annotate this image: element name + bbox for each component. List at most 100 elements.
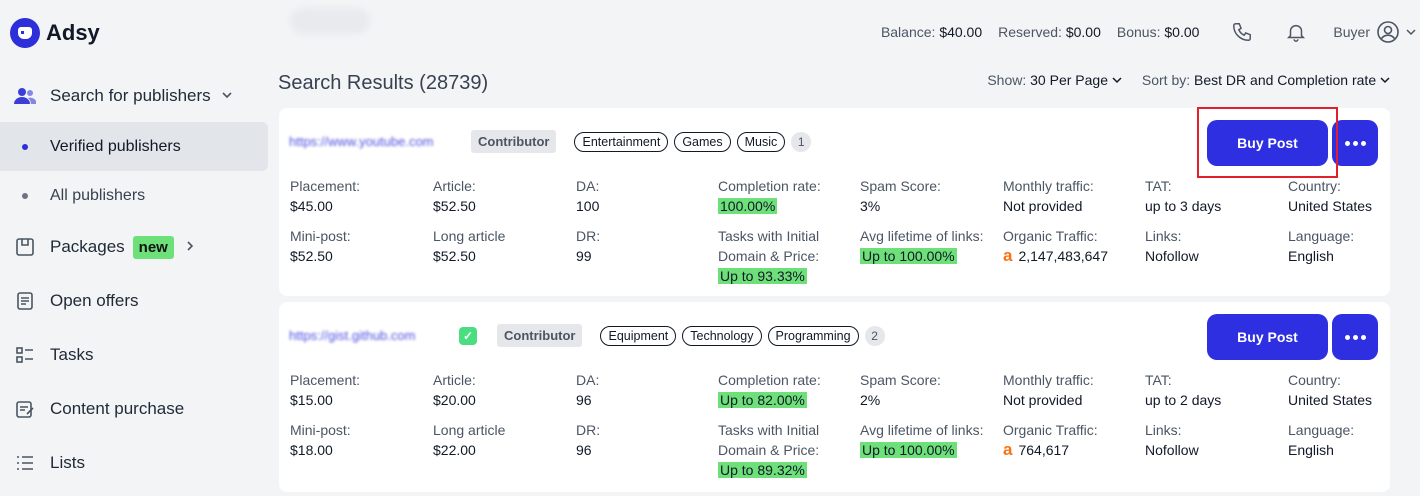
- document-icon: [14, 290, 36, 312]
- sort-by-select[interactable]: Sort by: Best DR and Completion rate: [1142, 72, 1390, 88]
- category-tag: Equipment: [600, 325, 677, 346]
- more-tags-count[interactable]: 1: [791, 131, 812, 152]
- list-icon: [14, 452, 36, 474]
- more-tags-count[interactable]: 2: [864, 325, 885, 346]
- account-menu[interactable]: Buyer: [1333, 20, 1416, 44]
- chevron-down-icon: [1406, 29, 1416, 36]
- adsy-logo-icon: [10, 18, 40, 48]
- new-badge: new: [132, 235, 174, 259]
- language: Language: English: [1288, 228, 1355, 264]
- links-type: Links: Nofollow: [1145, 422, 1199, 458]
- mini-post-price: Mini-post: $52.50: [290, 228, 351, 264]
- sidebar-item-label: Content purchase: [50, 399, 185, 418]
- sidebar-item-label: All publishers: [50, 186, 146, 204]
- monthly-traffic: Monthly traffic: Not provided: [1003, 178, 1094, 214]
- chevron-right-icon: [184, 239, 196, 255]
- ahrefs-icon: a: [1003, 246, 1013, 265]
- chevron-down-icon: [1380, 77, 1390, 84]
- bonus: Bonus: $0.00: [1116, 24, 1200, 40]
- publisher-card-header: https://gist.github.com ✓ Contributor Eq…: [289, 324, 885, 347]
- user-avatar-icon: [1377, 21, 1399, 43]
- dot-icon: [1344, 140, 1350, 146]
- domain-authority: DA: 96: [576, 372, 600, 408]
- spam-score: Spam Score: 2%: [860, 372, 941, 408]
- organic-traffic: Organic Traffic: a 2,147,483,647: [1003, 228, 1108, 265]
- publisher-url[interactable]: https://gist.github.com: [289, 328, 453, 343]
- package-icon: [14, 236, 36, 258]
- dot-icon: [1360, 140, 1366, 146]
- verified-check-icon: ✓: [459, 326, 477, 345]
- bell-icon[interactable]: [1285, 21, 1307, 43]
- organic-traffic: Organic Traffic: a 764,617: [1003, 422, 1098, 459]
- search-results-title: Search Results (28739): [278, 72, 489, 94]
- sidebar: Search for publishers Verified publisher…: [0, 70, 270, 490]
- category-tag: Entertainment: [574, 131, 669, 152]
- publisher-url[interactable]: https://www.youtube.com: [289, 134, 465, 149]
- ahrefs-icon: a: [1003, 440, 1013, 459]
- domain-rating: DR: 99: [576, 228, 601, 264]
- balance: Balance: $40.00: [880, 24, 983, 40]
- completion-rate: Completion rate: Up to 82.00%: [718, 372, 821, 408]
- monthly-traffic: Monthly traffic: Not provided: [1003, 372, 1094, 408]
- placement-price: Placement: $15.00: [290, 372, 361, 408]
- language: Language: English: [1288, 422, 1355, 458]
- article-price: Article: $52.50: [433, 178, 476, 214]
- category-tag: Games: [674, 131, 731, 152]
- mini-post-price: Mini-post: $18.00: [290, 422, 351, 458]
- sidebar-item-lists[interactable]: Lists: [0, 436, 270, 490]
- sidebar-item-open-offers[interactable]: Open offers: [0, 274, 270, 328]
- tasks-initial-domain-price: Tasks with Initial Domain & Price: Up to 9…: [718, 228, 820, 284]
- sidebar-item-all-publishers[interactable]: All publishers: [0, 171, 270, 220]
- sidebar-item-label: Lists: [50, 453, 85, 472]
- bullet-icon: [22, 192, 28, 199]
- app-name: Adsy: [46, 20, 100, 45]
- dot-icon: [1344, 334, 1350, 340]
- category-tag: Programming: [767, 325, 859, 346]
- app-logo[interactable]: Adsy: [10, 18, 100, 48]
- sidebar-item-label: Open offers: [50, 291, 139, 310]
- highlight-box: [1197, 107, 1338, 178]
- header-account-bar: Balance: $40.00 Reserved: $0.00 Bonus: $…: [881, 20, 1420, 44]
- tasks-initial-domain-price: Tasks with Initial Domain & Price: Up to 8…: [718, 422, 820, 478]
- sidebar-item-tasks[interactable]: Tasks: [0, 328, 270, 382]
- sidebar-item-verified-publishers[interactable]: Verified publishers: [0, 122, 268, 171]
- sidebar-item-label: Tasks: [50, 345, 94, 364]
- publisher-card: https://gist.github.com ✓ Contributor Eq…: [279, 302, 1390, 492]
- role-badge: Contributor: [497, 324, 583, 347]
- article-price: Article: $20.00: [433, 372, 476, 408]
- chevron-down-icon: [221, 88, 233, 104]
- dot-icon: [1352, 140, 1358, 146]
- links-type: Links: Nofollow: [1145, 228, 1199, 264]
- turnaround-time: TAT: up to 3 days: [1145, 178, 1222, 214]
- avg-link-lifetime: Avg lifetime of links: Up to 100.00%: [860, 228, 984, 264]
- header-blurred-element: [290, 8, 370, 34]
- dot-icon: [1360, 334, 1366, 340]
- completion-rate: Completion rate: 100.00%: [718, 178, 821, 214]
- country: Country: United States: [1288, 178, 1373, 214]
- category-tag: Technology: [682, 325, 762, 346]
- chevron-down-icon: [1112, 77, 1122, 84]
- sidebar-item-label: Packages: [50, 237, 125, 256]
- role-badge: Contributor: [471, 130, 557, 153]
- buy-post-button[interactable]: Buy Post: [1207, 314, 1328, 360]
- avg-link-lifetime: Avg lifetime of links: Up to 100.00%: [860, 422, 984, 458]
- account-role: Buyer: [1333, 24, 1370, 40]
- reserved: Reserved: $0.00: [998, 24, 1101, 40]
- sidebar-item-label: Search for publishers: [50, 86, 211, 105]
- dot-icon: [1352, 334, 1358, 340]
- category-tag: Music: [736, 131, 786, 152]
- turnaround-time: TAT: up to 2 days: [1145, 372, 1222, 408]
- sidebar-item-packages[interactable]: Packages new: [0, 220, 270, 274]
- long-article-price: Long article $22.00: [433, 422, 506, 458]
- more-options-button[interactable]: [1332, 120, 1378, 166]
- phone-icon[interactable]: [1231, 21, 1253, 43]
- sidebar-item-content-purchase[interactable]: Content purchase: [0, 382, 270, 436]
- sidebar-item-label: Verified publishers: [50, 137, 181, 155]
- more-options-button[interactable]: [1332, 314, 1378, 360]
- sidebar-item-search-publishers[interactable]: Search for publishers: [0, 70, 270, 122]
- publisher-card-header: https://www.youtube.com Contributor Ente…: [289, 130, 812, 153]
- domain-authority: DA: 100: [576, 178, 600, 214]
- domain-rating: DR: 96: [576, 422, 601, 458]
- per-page-select[interactable]: Show: 30 Per Page: [987, 72, 1122, 88]
- placement-price: Placement: $45.00: [290, 178, 361, 214]
